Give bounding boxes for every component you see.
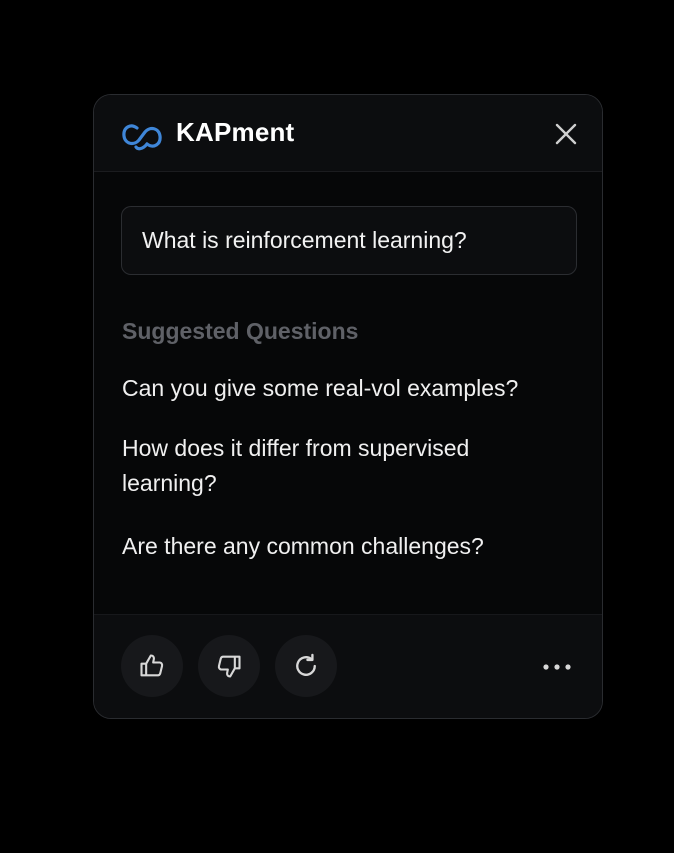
widget-header: KAPment [94,95,602,172]
brand-title: KAPment [176,117,295,147]
close-icon[interactable] [552,120,580,148]
regenerate-icon [296,653,316,676]
suggested-question[interactable]: Can you give some real-vol examples? [122,371,562,406]
thumbs-up-icon [140,654,164,677]
thumbs-down-icon [217,655,241,678]
suggested-question[interactable]: Are there any common challenges? [122,529,562,564]
regenerate-button[interactable] [275,635,337,697]
more-icon[interactable] [542,661,572,673]
suggested-questions-heading: Suggested Questions [122,318,359,344]
suggested-question[interactable]: How does it differ from supervised learn… [122,431,562,501]
kapment-logo-icon [122,124,162,151]
user-query: What is reinforcement learning? [121,206,577,275]
chat-widget-panel: KAPment What is reinforcement learning? … [93,94,603,719]
thumbs-down-button[interactable] [198,635,260,697]
widget-footer [94,614,602,718]
thumbs-up-button[interactable] [121,635,183,697]
